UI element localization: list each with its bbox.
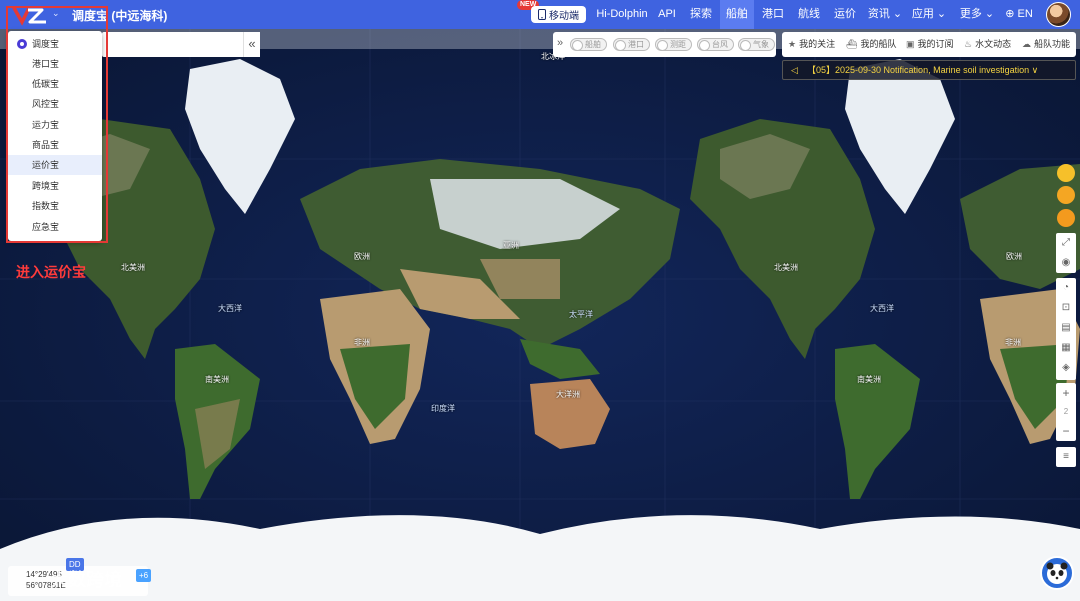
toggle-measure[interactable]: 测距 <box>655 38 692 51</box>
plus-badge: +6 <box>136 569 152 582</box>
mobile-label: 移动端 <box>549 11 579 22</box>
quick-hydrology[interactable]: ♨ 水文动态 <box>964 32 1011 57</box>
map-label-oceania: 大洋洲 <box>556 390 580 399</box>
eye-icon[interactable]: ◉ <box>1056 253 1076 273</box>
water-icon: ♨ <box>964 39 973 49</box>
annotation-highlight-box <box>6 6 108 243</box>
bulb-icon[interactable] <box>1057 164 1075 182</box>
nav-vessels[interactable]: 船舶 <box>720 0 754 29</box>
quick-label: 我的船队 <box>860 39 897 49</box>
phone-icon <box>538 9 546 20</box>
nav-freight[interactable]: 运价 <box>828 0 862 29</box>
nav-hi-dolphin[interactable]: Hi-Dolphin <box>594 0 650 29</box>
locate-icon[interactable]: ◈ <box>1056 358 1076 378</box>
search-panel[interactable] <box>102 32 260 57</box>
world-map[interactable]: 北冰洋 亚洲 欧洲 欧洲 北美洲 北美洲 大西洋 大西洋 太平洋 非洲 非洲 南… <box>0 29 1080 601</box>
nav-news[interactable]: 资讯 ⌄ <box>864 0 906 29</box>
map-label-north-america-right: 北美洲 <box>774 263 798 272</box>
quick-my-follows[interactable]: ★ 我的关注 <box>788 32 835 57</box>
map-label-europe: 欧洲 <box>354 252 370 261</box>
avatar[interactable] <box>1046 2 1071 27</box>
ticker-text: 【05】2025-09-30 Notification, Marine soil… <box>807 65 1039 75</box>
database-icon[interactable]: ≡ <box>1056 447 1076 467</box>
map-label-south-america-right: 南美洲 <box>857 375 881 384</box>
calendar-icon[interactable]: ▦ <box>1056 338 1076 358</box>
quick-label: 我的订阅 <box>917 39 954 49</box>
toggle-vessels[interactable]: 船舶 <box>570 38 607 51</box>
map-label-south-america: 南美洲 <box>205 375 229 384</box>
nav-ports[interactable]: 港口 <box>756 0 790 29</box>
zoom-box-icon[interactable]: ⊡ <box>1056 298 1076 318</box>
language-label: EN <box>1017 8 1033 20</box>
cloud-icon: ☁ <box>1022 39 1031 49</box>
map-label-atlantic-right: 大西洋 <box>870 304 894 313</box>
basemap-tool: ≡ <box>1056 447 1076 467</box>
support-icon[interactable] <box>1057 209 1075 227</box>
map-label-pacific: 太平洋 <box>569 310 593 319</box>
layers-icon[interactable]: ▤ <box>1056 318 1076 338</box>
star-icon: ★ <box>788 39 797 49</box>
quick-label: 我的关注 <box>799 39 836 49</box>
layer-toggle-bar: » 船舶 港口 测距 台风 气象 <box>553 32 776 57</box>
collapse-panel-icon[interactable]: « <box>243 32 260 57</box>
map-label-indian-ocean: 印度洋 <box>431 404 455 413</box>
toggle-ports[interactable]: 港口 <box>613 38 650 51</box>
map-imagery <box>0 29 1080 601</box>
map-label-atlantic: 大西洋 <box>218 304 242 313</box>
globe-icon: ⊕ <box>1005 8 1015 20</box>
nav-more[interactable]: 更多 ⌄ <box>956 0 998 29</box>
nav-explore[interactable]: 探索 <box>684 0 718 29</box>
zoom-in-button[interactable]: + <box>1056 383 1076 403</box>
pin-icon[interactable]: ◔ <box>1056 278 1076 298</box>
toggle-typhoon[interactable]: 台风 <box>697 38 734 51</box>
top-navigation-bar: ⌄ 调度宝 (中远海科) NEW 移动端 Hi-Dolphin API 探索 船… <box>0 0 1080 29</box>
quick-fleet-functions[interactable]: ☁ 船队功能 <box>1022 32 1070 57</box>
quick-label: 水文动态 <box>975 39 1012 49</box>
map-tools: ◔ ⊡ ▤ ▦ ◈ <box>1056 278 1076 380</box>
zoom-controls: + 2 − <box>1056 383 1076 441</box>
bookmark-icon: ▣ <box>906 39 915 49</box>
assistant-avatar-icon[interactable] <box>1040 556 1074 590</box>
quick-label: 船队功能 <box>1034 39 1071 49</box>
map-label-north-america: 北美洲 <box>121 263 145 272</box>
nav-apps[interactable]: 应用 ⌄ <box>908 0 950 29</box>
nav-language[interactable]: ⊕ EN <box>1000 0 1038 29</box>
mobile-button[interactable]: 移动端 <box>531 6 586 23</box>
nav-routes[interactable]: 航线 <box>792 0 826 29</box>
quick-access-bar: ★ 我的关注 ⛴ 我的船队 ▣ 我的订阅 ♨ 水文动态 ☁ 船队功能 <box>782 32 1076 57</box>
map-label-africa-right: 非洲 <box>1005 338 1021 347</box>
view-tools: ⤢ ◉ <box>1056 233 1076 273</box>
ship-icon: ⛴ <box>846 39 858 49</box>
expand-arrow-icon[interactable]: » <box>557 37 563 49</box>
speaker-icon: ◁ <box>791 65 798 75</box>
annotation-text: 进入运价宝 <box>16 264 86 280</box>
quick-my-subscriptions[interactable]: ▣ 我的订阅 <box>906 32 954 57</box>
map-label-africa: 非洲 <box>354 338 370 347</box>
quick-my-fleet[interactable]: ⛴ 我的船队 <box>846 32 896 57</box>
map-label-asia: 亚洲 <box>503 241 519 250</box>
notification-ticker[interactable]: ◁ 【05】2025-09-30 Notification, Marine so… <box>782 60 1076 80</box>
zoom-level: 2 <box>1063 407 1069 416</box>
watermark-text: 大数跨境 <box>50 570 122 590</box>
map-label-europe-right: 欧洲 <box>1006 252 1022 261</box>
zoom-out-button[interactable]: − <box>1056 421 1076 441</box>
fullscreen-icon[interactable]: ⤢ <box>1056 233 1076 253</box>
nav-api[interactable]: API <box>652 0 682 29</box>
panda-icon <box>1046 562 1068 584</box>
toggle-weather[interactable]: 气象 <box>738 38 775 51</box>
chat-icon[interactable] <box>1057 186 1075 204</box>
